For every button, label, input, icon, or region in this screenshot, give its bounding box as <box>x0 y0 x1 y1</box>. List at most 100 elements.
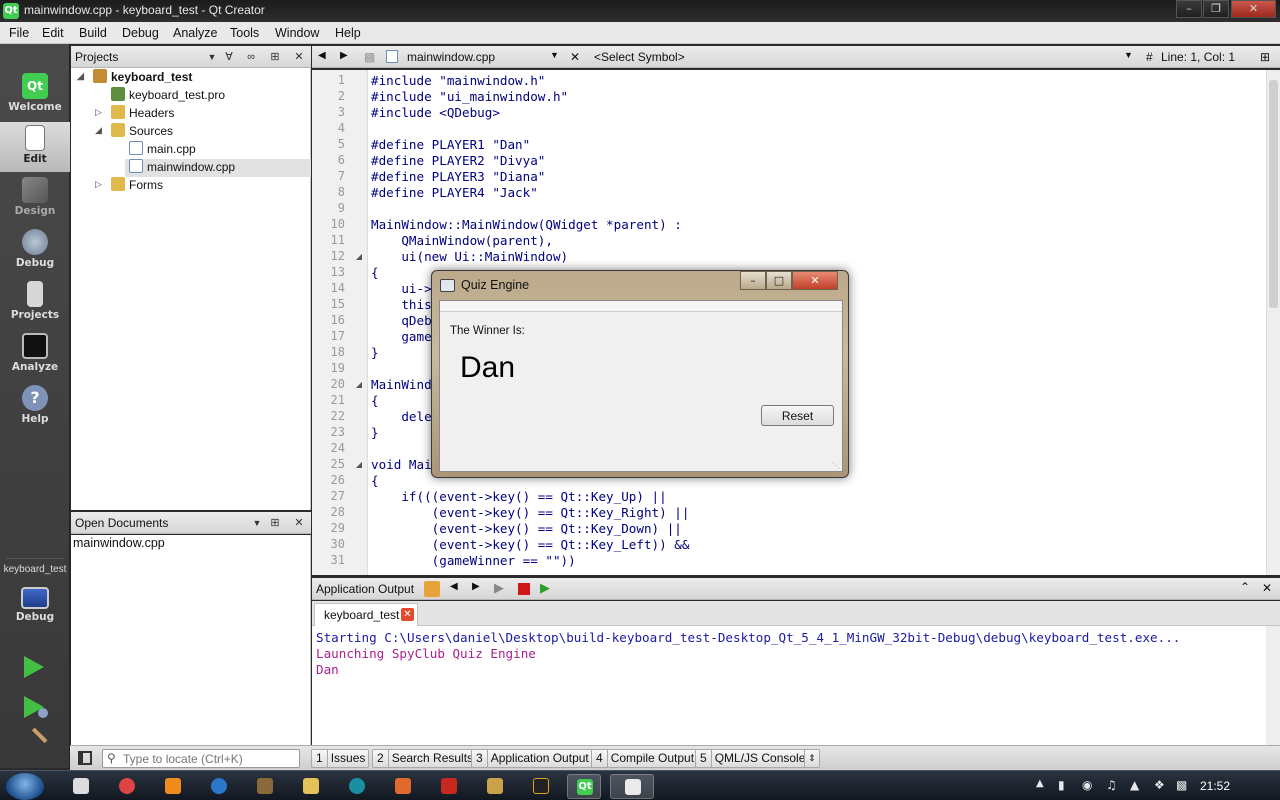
taskbar-app-paint[interactable] <box>478 774 512 799</box>
taskbar-app-matlab[interactable] <box>386 774 420 799</box>
mode-design[interactable]: Design <box>0 174 70 224</box>
run-icon[interactable] <box>24 656 44 678</box>
tree-item-project[interactable]: ◢ keyboard_test <box>77 69 192 87</box>
window-title-bar[interactable]: Qt mainwindow.cpp - keyboard_test - Qt C… <box>0 0 1280 22</box>
close-button[interactable]: ✕ <box>1231 0 1276 18</box>
pane-chevron-down-icon[interactable]: ▼ <box>249 515 265 531</box>
build-hammer-icon[interactable] <box>20 727 48 755</box>
fold-marker-icon[interactable]: ◢ <box>356 252 362 261</box>
mode-help[interactable]: ? Help <box>0 382 70 432</box>
signal-icon[interactable]: ▮ <box>1058 778 1065 792</box>
taskbar-clock[interactable]: 21:52 <box>1200 779 1230 793</box>
collapsed-arrow-icon[interactable]: ▷ <box>95 179 102 190</box>
tree-item-main-cpp[interactable]: main.cpp <box>129 141 196 159</box>
more-panes-icon[interactable]: ⇕ <box>804 749 820 768</box>
menu-analyze[interactable]: Analyze <box>173 26 217 40</box>
symbol-chevron-down-icon[interactable]: ▼ <box>1124 50 1133 60</box>
qml-console-button[interactable]: 5 QML/JS Console <box>695 749 810 768</box>
kit-selector[interactable]: Debug <box>0 584 70 634</box>
start-button[interactable] <box>6 773 44 800</box>
reset-button[interactable]: Reset <box>761 405 834 426</box>
fold-marker-icon[interactable]: ◢ <box>356 380 362 389</box>
menu-edit[interactable]: Edit <box>42 26 64 40</box>
dialog-close-button[interactable]: ✕ <box>792 271 838 290</box>
projects-pane-title[interactable]: Projects <box>75 50 118 64</box>
taskbar-app-calculator[interactable] <box>64 774 98 799</box>
split-editor-icon[interactable]: ⊞ <box>1260 50 1270 64</box>
toggle-sidebar-icon[interactable] <box>78 751 92 765</box>
split-icon[interactable]: ⊞ <box>267 515 283 531</box>
taskbar-app-qt-creator[interactable]: Qt <box>567 774 601 799</box>
expanded-arrow-icon[interactable]: ◢ <box>95 125 102 136</box>
run-debug-output-icon[interactable]: ▶ <box>540 580 550 596</box>
taskbar-app-chrome[interactable] <box>110 774 144 799</box>
open-documents-title[interactable]: Open Documents <box>75 516 168 530</box>
close-document-icon[interactable]: ✕ <box>570 50 580 64</box>
previous-icon[interactable]: ◀ <box>450 581 458 592</box>
locator[interactable]: ⚲ <box>102 749 300 768</box>
close-pane-icon[interactable]: ✕ <box>291 49 307 65</box>
tray-app-icon[interactable]: ◉ <box>1082 778 1092 792</box>
drive-icon[interactable]: ▲ <box>1130 778 1139 792</box>
mode-analyze[interactable]: Analyze <box>0 330 70 380</box>
issues-button[interactable]: 1 Issues <box>311 749 370 768</box>
tray-expand-icon[interactable]: ▲ <box>1036 778 1044 789</box>
taskbar-app-quiz-engine[interactable] <box>610 774 654 799</box>
close-tab-icon[interactable]: ✕ <box>401 608 414 621</box>
stop-icon[interactable] <box>518 583 530 595</box>
taskbar-app-ie[interactable] <box>202 774 236 799</box>
dropbox-icon[interactable]: ❖ <box>1154 778 1165 792</box>
maximize-button[interactable]: ❐ <box>1203 0 1229 18</box>
attach-icon[interactable] <box>424 581 440 597</box>
document-chevron-down-icon[interactable]: ▼ <box>550 50 559 60</box>
tree-item-sources[interactable]: ◢ Sources <box>95 123 173 141</box>
cursor-position[interactable]: Line: 1, Col: 1 <box>1161 50 1235 64</box>
menu-debug[interactable]: Debug <box>122 26 159 40</box>
tree-item-mainwindow-cpp[interactable]: mainwindow.cpp <box>125 159 311 177</box>
mode-welcome[interactable]: Qt Welcome <box>0 70 70 120</box>
minimize-button[interactable]: – <box>1176 0 1202 18</box>
application-output-button[interactable]: 3 Application Output <box>471 749 593 768</box>
rerun-icon[interactable]: ▶ <box>494 580 504 596</box>
pane-chevron-down-icon[interactable]: ▼ <box>204 49 220 65</box>
close-output-icon[interactable]: ✕ <box>1262 581 1272 595</box>
menu-file[interactable]: File <box>9 26 29 40</box>
network-icon[interactable]: ▩ <box>1176 778 1187 792</box>
search-results-button[interactable]: 2 Search Results <box>372 749 478 768</box>
taskbar-app-flash[interactable] <box>432 774 466 799</box>
filter-icon[interactable]: ∀ <box>221 49 237 65</box>
dialog-minimize-button[interactable]: – <box>740 271 766 290</box>
taskbar-app-generic[interactable] <box>248 774 282 799</box>
editor-scrollbar[interactable] <box>1266 70 1280 575</box>
output-tab-keyboard-test[interactable]: keyboard_test ✕ <box>314 603 418 626</box>
dialog-maximize-button[interactable]: □ <box>766 271 792 290</box>
mode-debug[interactable]: Debug <box>0 226 70 276</box>
tree-item-headers[interactable]: ▷ Headers <box>95 105 174 123</box>
taskbar-app-powershell[interactable] <box>524 774 558 799</box>
taskbar-app-vlc[interactable] <box>156 774 190 799</box>
mode-projects[interactable]: Projects <box>0 278 70 328</box>
menu-tools[interactable]: Tools <box>230 26 259 40</box>
next-icon[interactable]: ▶ <box>472 581 480 592</box>
expanded-arrow-icon[interactable]: ◢ <box>77 71 84 82</box>
document-combo[interactable]: mainwindow.cpp <box>407 50 495 64</box>
quiz-engine-dialog[interactable]: Quiz Engine – □ ✕ The Winner Is: Dan Res… <box>431 270 849 478</box>
split-icon[interactable]: ⊞ <box>267 49 283 65</box>
taskbar-app-explorer[interactable] <box>294 774 328 799</box>
editor-scrollbar-thumb[interactable] <box>1269 80 1278 308</box>
menu-build[interactable]: Build <box>79 26 107 40</box>
locator-input[interactable] <box>123 751 297 766</box>
compile-output-button[interactable]: 4 Compile Output <box>591 749 699 768</box>
mode-edit[interactable]: Edit <box>0 122 70 172</box>
menu-help[interactable]: Help <box>335 26 361 40</box>
fold-marker-icon[interactable]: ◢ <box>356 460 362 469</box>
application-output-text[interactable]: Starting C:\Users\daniel\Desktop\build-k… <box>312 626 1266 745</box>
collapsed-arrow-icon[interactable]: ▷ <box>95 107 102 118</box>
volume-icon[interactable]: ♫ <box>1106 778 1117 792</box>
close-pane-icon[interactable]: ✕ <box>291 515 307 531</box>
maximize-output-icon[interactable]: ⌃ <box>1240 580 1250 594</box>
menu-window[interactable]: Window <box>275 26 319 40</box>
taskbar-app-arduino[interactable] <box>340 774 374 799</box>
navigate-back-icon[interactable]: ◀ <box>318 50 326 61</box>
open-document-item[interactable]: mainwindow.cpp <box>73 536 165 554</box>
